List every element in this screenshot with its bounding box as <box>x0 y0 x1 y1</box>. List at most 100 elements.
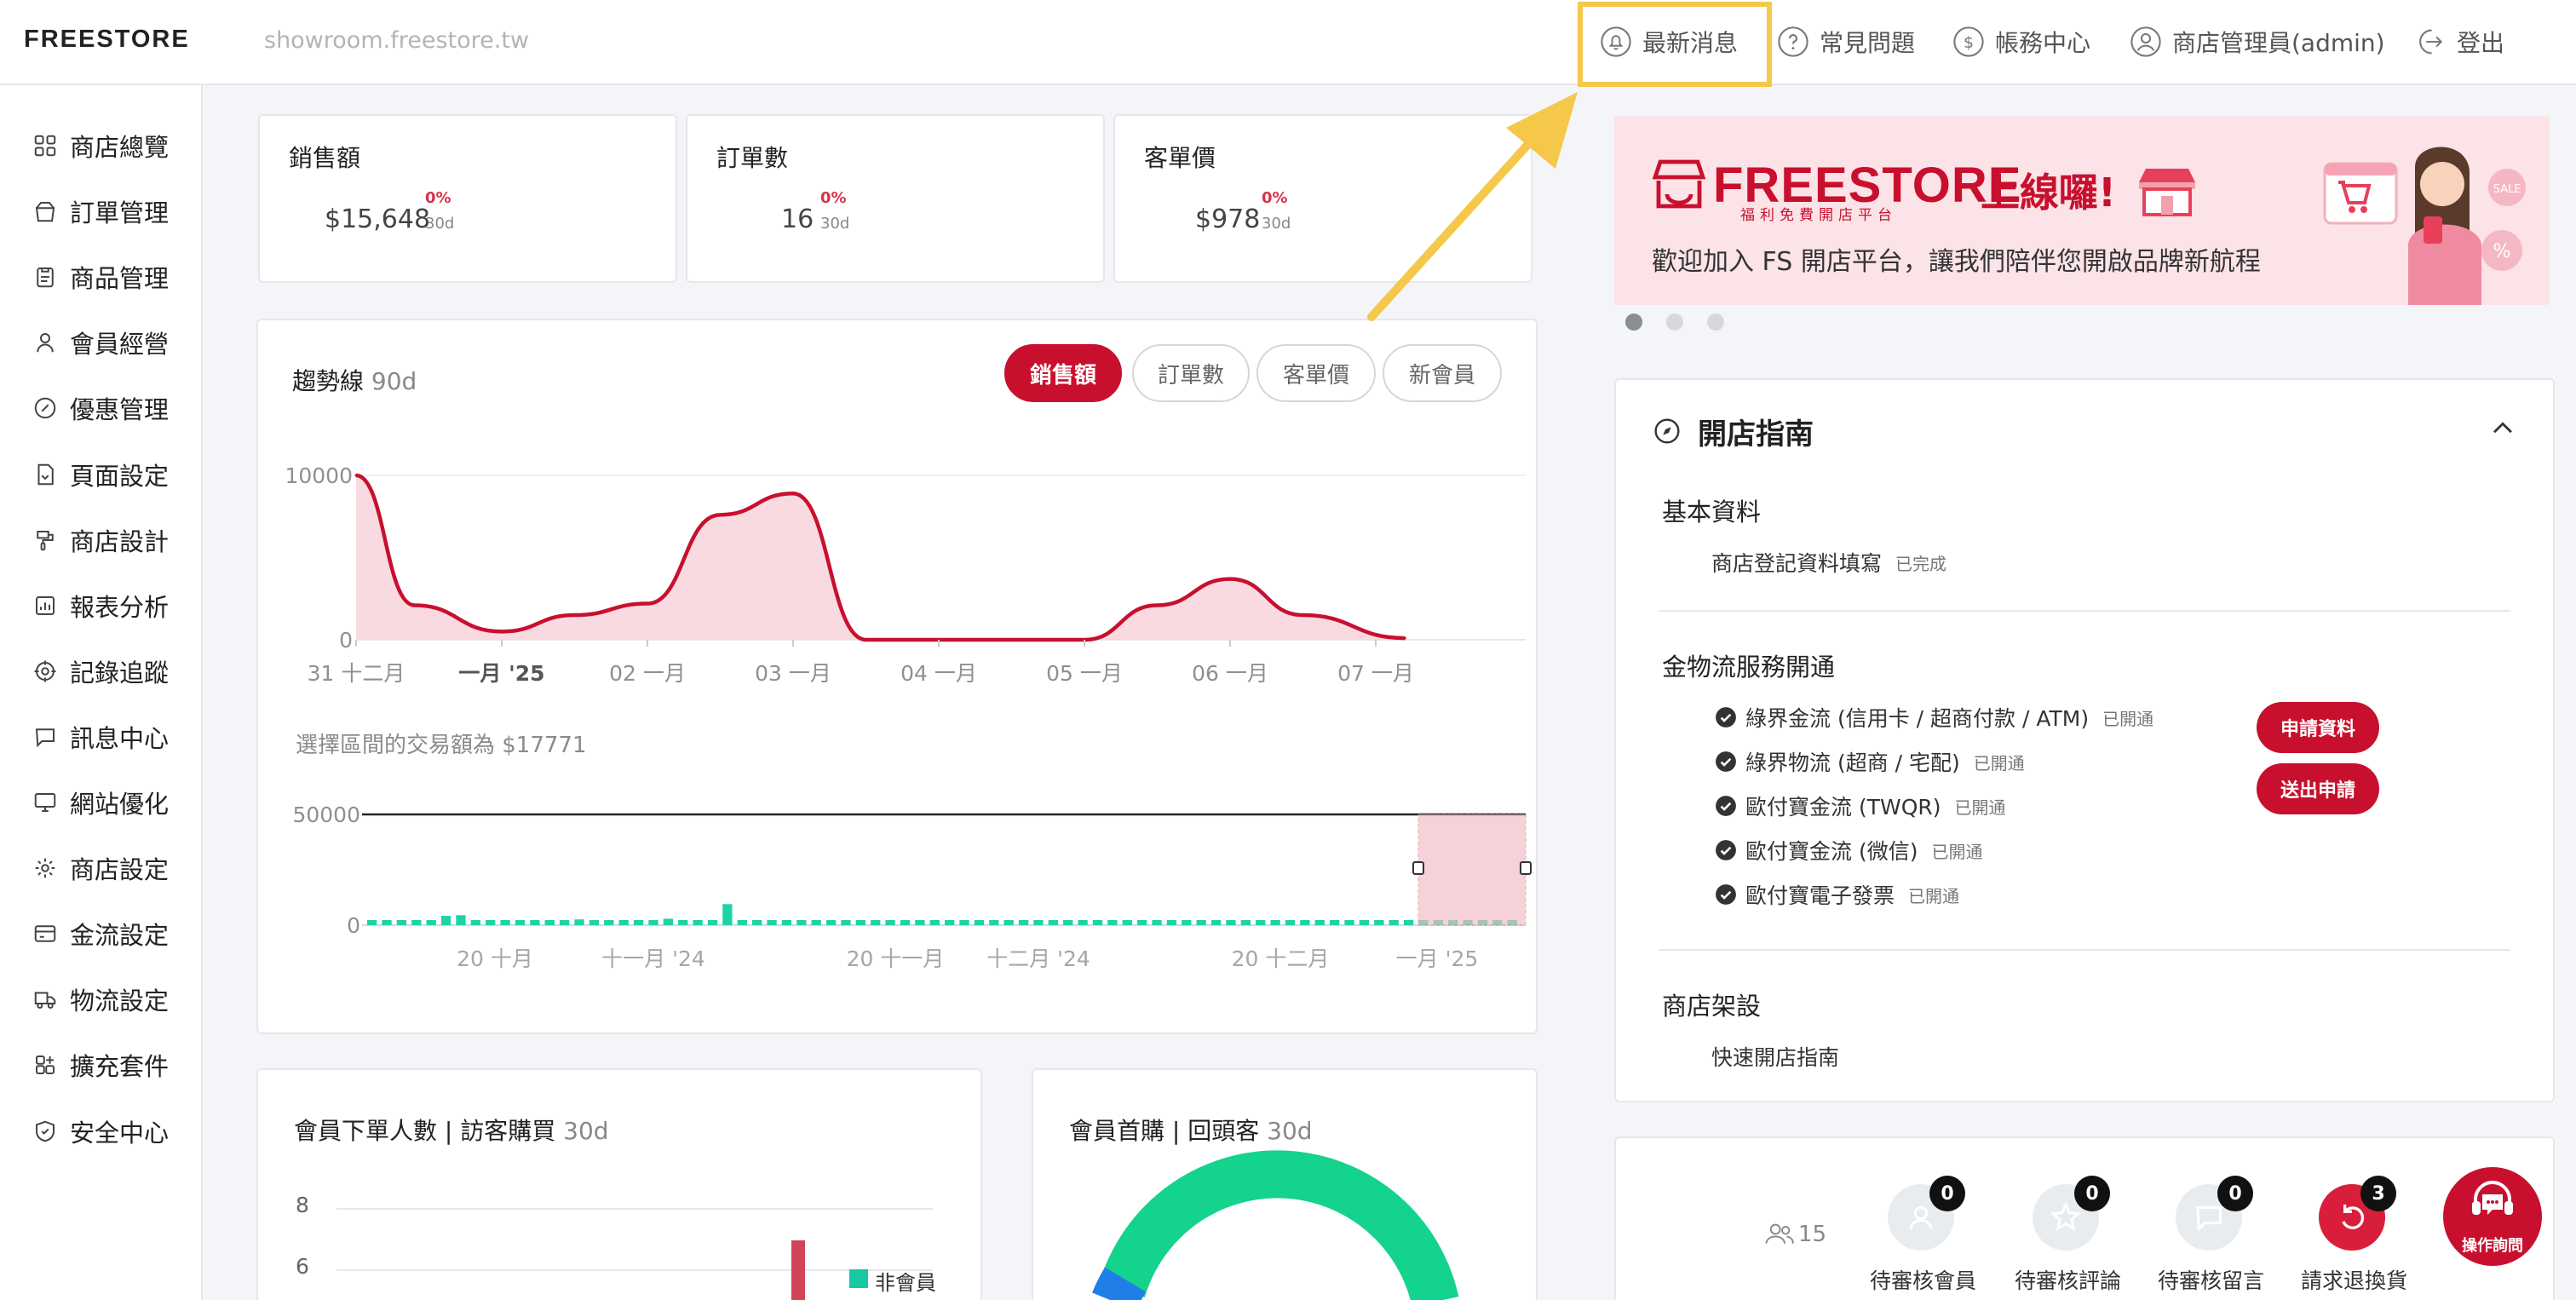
promo-banner[interactable]: FREESTORE 福利免費開店平台 上線囉! 歡迎加入 FS 開店平台，讓我們… <box>1614 116 2550 305</box>
volume-bar <box>470 920 480 925</box>
kpi-value: 16 <box>781 204 814 234</box>
sidebar-item-label: 金流設定 <box>70 921 170 951</box>
sidebar-item-seo[interactable]: 網站優化 <box>32 781 169 824</box>
nav-admin[interactable]: 商店管理員(admin) <box>2130 22 2385 61</box>
volume-bar <box>811 920 821 925</box>
member-orders-title: 會員下單人數 | 訪客購買 30d <box>294 1117 609 1145</box>
nav-logout[interactable]: 登出 <box>2414 22 2504 61</box>
volume-bar <box>382 920 392 925</box>
y-tick-label: 0 <box>347 913 360 938</box>
guide-title: 開店指南 <box>1698 417 1814 452</box>
sidebar-item-orders[interactable]: 訂單管理 <box>32 190 169 233</box>
donut-chart[interactable] <box>1033 1070 1539 1300</box>
y-tick-label: 10000 <box>285 463 353 488</box>
sidebar-item-products[interactable]: 商品管理 <box>32 256 169 298</box>
kpi-card-aov[interactable]: 客單價 $978 0% 30d <box>1113 114 1532 283</box>
volume-bar <box>678 920 688 925</box>
check-circle-icon <box>1716 840 1736 860</box>
sidebar-item-members[interactable]: 會員經營 <box>32 321 169 364</box>
sidebar-item-label: 會員經營 <box>70 330 170 360</box>
guide-item[interactable]: 歐付寶金流 (TWQR) 已開通 <box>1715 791 2006 821</box>
x-tick-label: 十一月 '24 <box>601 946 705 971</box>
guide-item[interactable]: 綠界物流 (超商 / 宅配) 已開通 <box>1715 746 2025 777</box>
target-icon <box>34 660 56 682</box>
kpi-value: $15,648 <box>325 204 431 234</box>
sidebar-item-extensions[interactable]: 擴充套件 <box>32 1044 169 1086</box>
sidebar-item-security[interactable]: 安全中心 <box>32 1110 169 1153</box>
member-count: 15 <box>1798 1222 1827 1247</box>
kpi-title: 訂單數 <box>716 144 789 172</box>
guide-item[interactable]: 歐付寶電子發票 已開通 <box>1715 879 1959 910</box>
check-circle-icon <box>1716 707 1736 728</box>
guide-item[interactable]: 商店登記資料填寫 已完成 <box>1711 547 1946 578</box>
volume-bar <box>1314 920 1325 925</box>
carousel-dot-2[interactable] <box>1666 313 1683 331</box>
sidebar-item-design[interactable]: 商店設計 <box>32 519 169 561</box>
x-tick-label: 02 一月 <box>609 661 686 686</box>
volume-bar <box>1359 920 1370 925</box>
badge-icon <box>34 398 56 419</box>
kpi-value: $978 <box>1195 204 1261 234</box>
person-icon <box>37 333 54 353</box>
shopping-girl-illustration: SALE % <box>2323 147 2526 305</box>
guide-item[interactable]: 綠界金流 (信用卡 / 超商付款 / ATM) 已開通 <box>1715 702 2153 733</box>
volume-bar <box>752 920 762 925</box>
sales-point <box>573 613 576 617</box>
trend-card: 趨勢線 90d 銷售額 訂單數 客單價 新會員 選擇區間的交易額為 $17771… <box>256 319 1538 1034</box>
grid-icon <box>34 135 56 157</box>
chevron-up-icon[interactable] <box>2488 414 2517 443</box>
guide-item[interactable]: 歐付寶金流 (微信) 已開通 <box>1715 835 1982 866</box>
sidebar-item-store-settings[interactable]: 商店設定 <box>32 847 169 889</box>
volume-bar <box>633 920 644 925</box>
kpi-card-sales[interactable]: 銷售額 $15,648 0% 30d <box>258 114 677 283</box>
sidebar-item-logistics-settings[interactable]: 物流設定 <box>32 978 169 1021</box>
sales-point <box>1228 578 1232 581</box>
guide-item-text: 綠界金流 (信用卡 / 超商付款 / ATM) <box>1745 706 2090 731</box>
nav-faq-label: 常見問題 <box>1820 29 1916 57</box>
x-tick-label: 31 十二月 <box>308 661 405 686</box>
volume-bar <box>959 920 969 925</box>
volume-bar <box>1240 920 1251 925</box>
guide-item-text: 綠界物流 (超商 / 宅配) <box>1745 751 1960 775</box>
sidebar-item-label: 商店總覽 <box>70 133 170 162</box>
sidebar-item-payment-settings[interactable]: 金流設定 <box>32 912 169 955</box>
freestore-logo[interactable]: FREESTORE <box>24 26 190 54</box>
banner-tagline: 歡迎加入 FS 開店平台，讓我們陪伴您開啟品牌新航程 <box>1652 247 2261 277</box>
nav-billing[interactable]: $ 帳務中心 <box>1952 22 2090 61</box>
y-tick-6: 6 <box>296 1254 309 1279</box>
sidebar-item-messages[interactable]: 訊息中心 <box>32 716 169 758</box>
sidebar-item-promotions[interactable]: 優惠管理 <box>32 387 169 429</box>
kpi-card-orders[interactable]: 訂單數 16 0% 30d <box>686 114 1105 283</box>
kpi-period: 30d <box>1262 215 1291 233</box>
carousel-dot-3[interactable] <box>1707 313 1724 331</box>
volume-bar <box>367 920 377 925</box>
volume-bar <box>544 920 555 925</box>
apply-info-button[interactable]: 申請資料 <box>2257 702 2379 753</box>
guide-item[interactable]: 快速開店指南 <box>1711 1041 1839 1072</box>
headset-chat-icon <box>2472 1181 2513 1215</box>
pending-count-badge: 0 <box>2074 1176 2110 1211</box>
help-button[interactable]: 操作詢問 <box>2443 1167 2542 1266</box>
clipboard-icon <box>37 267 54 288</box>
range-handle-left <box>1412 861 1424 875</box>
volume-bar <box>500 920 510 925</box>
sidebar-item-tracking[interactable]: 記錄追蹤 <box>32 650 169 693</box>
trend-chart[interactable]: 01000031 十二月 一月 '25 02 一月 03 一月 04 一月 05 一月 06… <box>258 320 1539 1036</box>
volume-bar <box>486 920 496 925</box>
volume-bar <box>722 904 733 925</box>
sales-point <box>1302 613 1304 617</box>
chat-icon <box>35 728 55 748</box>
nav-faq[interactable]: 常見問題 <box>1777 22 1915 61</box>
volume-bar <box>604 920 614 925</box>
volume-bar <box>1122 920 1132 925</box>
submit-apply-button[interactable]: 送出申請 <box>2257 763 2379 814</box>
volume-bar <box>411 920 422 925</box>
sidebar: 商店總覽訂單管理商品管理會員經營優惠管理頁面設定商店設計報表分析記錄追蹤訊息中心… <box>0 85 203 1300</box>
sidebar-item-label: 商品管理 <box>70 264 170 294</box>
pending-count-badge: 3 <box>2360 1176 2396 1211</box>
sidebar-item-pages[interactable]: 頁面設定 <box>32 453 169 496</box>
store-url[interactable]: showroom.freestore.tw <box>264 27 529 54</box>
sidebar-item-overview[interactable]: 商店總覽 <box>32 124 169 167</box>
carousel-dot-1[interactable] <box>1625 313 1642 331</box>
sidebar-item-reports[interactable]: 報表分析 <box>32 584 169 627</box>
